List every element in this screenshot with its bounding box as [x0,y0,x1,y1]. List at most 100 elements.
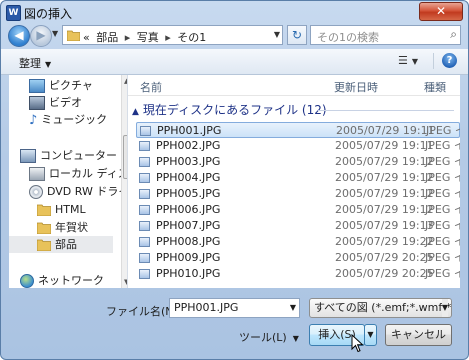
file-row[interactable]: PPH004.JPG 2005/07/29 19:12 JPEG イ [136,170,460,186]
network-icon [20,274,34,288]
file-row[interactable]: PPH006.JPG 2005/07/29 19:12 JPEG イ [136,202,460,218]
folder-icon [37,204,51,216]
local-disk-icon [29,167,45,181]
search-icon: ⌕ [450,27,457,41]
word-app-icon: W [6,5,21,21]
file-name: PPH009.JPG [156,251,221,264]
breadcrumb: « 部品 ▸ 写真 ▸ その1 [83,29,209,45]
sidebar-item-new-year-cards[interactable]: 年賀状 [37,219,88,236]
sidebar-item-video[interactable]: ビデオ [29,94,82,111]
file-row[interactable]: PPH002.JPG 2005/07/29 19:11 JPEG イ [136,138,460,154]
search-input[interactable]: その1の検索 ⌕ [310,25,461,45]
sidebar-item-dvd-drive[interactable]: DVD RW ドライ [29,183,128,200]
file-row[interactable]: PPH008.JPG 2005/07/29 19:22 JPEG イ [136,234,460,250]
folder-icon [37,239,51,251]
insert-options-dropdown[interactable]: ▼ [364,324,377,346]
breadcrumb-overflow[interactable]: « [83,31,90,44]
sidebar-item-label: DVD RW ドライ [47,185,128,198]
file-date: 2005/07/29 19:12 [335,187,434,200]
column-header-name[interactable]: 名前 [140,79,162,95]
image-file-icon [139,189,150,199]
breadcrumb-separator-icon[interactable]: ▸ [125,31,131,44]
forward-button[interactable]: ▶ [30,25,52,47]
file-name: PPH007.JPG [156,219,221,232]
file-row[interactable]: PPH009.JPG 2005/07/29 20:25 JPEG イ [136,250,460,266]
file-row[interactable]: PPH010.JPG 2005/07/29 20:25 JPEG イ [136,266,460,282]
navigation-scrollbar[interactable]: ▲ ▼ [121,75,127,288]
file-row[interactable]: PPH007.JPG 2005/07/29 19:13 JPEG イ [136,218,460,234]
column-header-type[interactable]: 種類 [424,79,446,95]
computer-icon [20,149,36,163]
file-row[interactable]: PPH001.JPG 2005/07/29 19:11 JPEG イ [136,122,460,138]
file-name: PPH006.JPG [156,203,221,216]
breadcrumb-item-photos[interactable]: 写真 [137,31,159,44]
recent-pages-dropdown[interactable]: ▼ [52,29,58,38]
sidebar-item-html[interactable]: HTML [37,201,86,218]
chevron-down-icon[interactable]: ▼ [441,299,448,317]
breadcrumb-separator-icon[interactable]: ▸ [165,31,171,44]
breadcrumb-item-current[interactable]: その1 [177,31,206,44]
tools-button[interactable]: ツール(L) ▼ [239,329,299,345]
sidebar-item-label: HTML [55,203,86,216]
view-options-button[interactable]: ☰ ▼ [398,54,418,67]
chevron-down-icon[interactable]: ▼ [290,299,296,317]
file-date: 2005/07/29 19:11 [336,124,435,137]
sidebar-item-music[interactable]: ♪ ミュージック [29,111,107,128]
image-file-icon [139,205,150,215]
insert-picture-dialog: W 図の挿入 ✕ ◀ ▶ ▼ « 部品 ▸ 写真 ▸ その1 ▼ ↻ その1の検… [0,0,469,360]
chevron-down-icon: ▼ [292,334,299,343]
file-row[interactable]: PPH005.JPG 2005/07/29 19:12 JPEG イ [136,186,460,202]
file-type: JPEG イ [425,139,460,152]
organize-label: 整理 [19,57,41,70]
group-divider [318,110,454,111]
image-file-icon [139,269,150,279]
dialog-footer: ファイル名(N): PPH001.JPG ▼ すべての図 (*.emf;*.wm… [1,289,468,359]
tools-label: ツール(L) [239,331,287,344]
sidebar-item-parts[interactable]: 部品 [9,236,113,253]
file-name: PPH004.JPG [156,171,221,184]
file-type: JPEG イ [426,124,460,137]
sidebar-item-network[interactable]: ネットワーク [20,272,104,288]
image-file-icon [139,253,150,263]
sidebar-item-label: ネットワーク [38,274,104,287]
command-bar: 整理 ▼ ☰ ▼ ? [1,49,468,75]
column-header-date[interactable]: 更新日時 [334,79,378,95]
file-row[interactable]: PPH003.JPG 2005/07/29 19:12 JPEG イ [136,154,460,170]
column-headers: 名前 更新日時 種類 [128,75,460,96]
address-dropdown-icon[interactable]: ▼ [274,30,280,39]
back-button[interactable]: ◀ [8,25,30,47]
refresh-button[interactable]: ↻ [287,25,307,45]
image-file-icon [139,237,150,247]
filename-input[interactable]: PPH001.JPG ▼ [169,298,300,318]
file-type: JPEG イ [425,203,460,216]
close-button[interactable]: ✕ [419,2,463,21]
group-header[interactable]: ▲ 現在ディスクにあるファイル (12) [132,101,327,118]
file-type: JPEG イ [425,171,460,184]
help-icon[interactable]: ? [442,53,457,68]
organize-button[interactable]: 整理 ▼ [19,55,51,71]
group-header-label: 現在ディスクにあるファイル (12) [142,103,327,117]
sidebar-item-label: ローカル ディス [49,167,128,180]
image-file-icon [139,157,150,167]
sidebar-item-computer[interactable]: コンピューター [20,147,117,164]
address-bar[interactable]: « 部品 ▸ 写真 ▸ その1 ▼ [62,25,283,45]
file-name: PPH010.JPG [156,267,221,280]
chevron-down-icon: ▼ [45,60,52,69]
file-type: JPEG イ [425,267,460,280]
folder-icon [67,30,80,41]
sidebar-item-pictures[interactable]: ピクチャ [29,77,93,94]
file-type-filter-value: すべての図 (*.emf;*.wmf;*.j [314,301,452,314]
cancel-button[interactable]: キャンセル [385,324,452,346]
filename-value: PPH001.JPG [174,301,239,314]
file-date: 2005/07/29 19:12 [335,171,434,184]
sidebar-item-local-disk[interactable]: ローカル ディス [29,165,128,182]
image-file-icon [139,141,150,151]
forward-arrow-icon: ▶ [36,28,46,42]
navigation-bar: ◀ ▶ ▼ « 部品 ▸ 写真 ▸ その1 ▼ ↻ その1の検索 ⌕ [1,23,468,49]
breadcrumb-item-parts[interactable]: 部品 [96,31,118,44]
pictures-icon [29,79,45,93]
video-icon [29,96,45,110]
file-name: PPH005.JPG [156,187,221,200]
search-placeholder: その1の検索 [317,31,379,44]
file-type-select[interactable]: すべての図 (*.emf;*.wmf;*.j ▼ [309,298,452,318]
